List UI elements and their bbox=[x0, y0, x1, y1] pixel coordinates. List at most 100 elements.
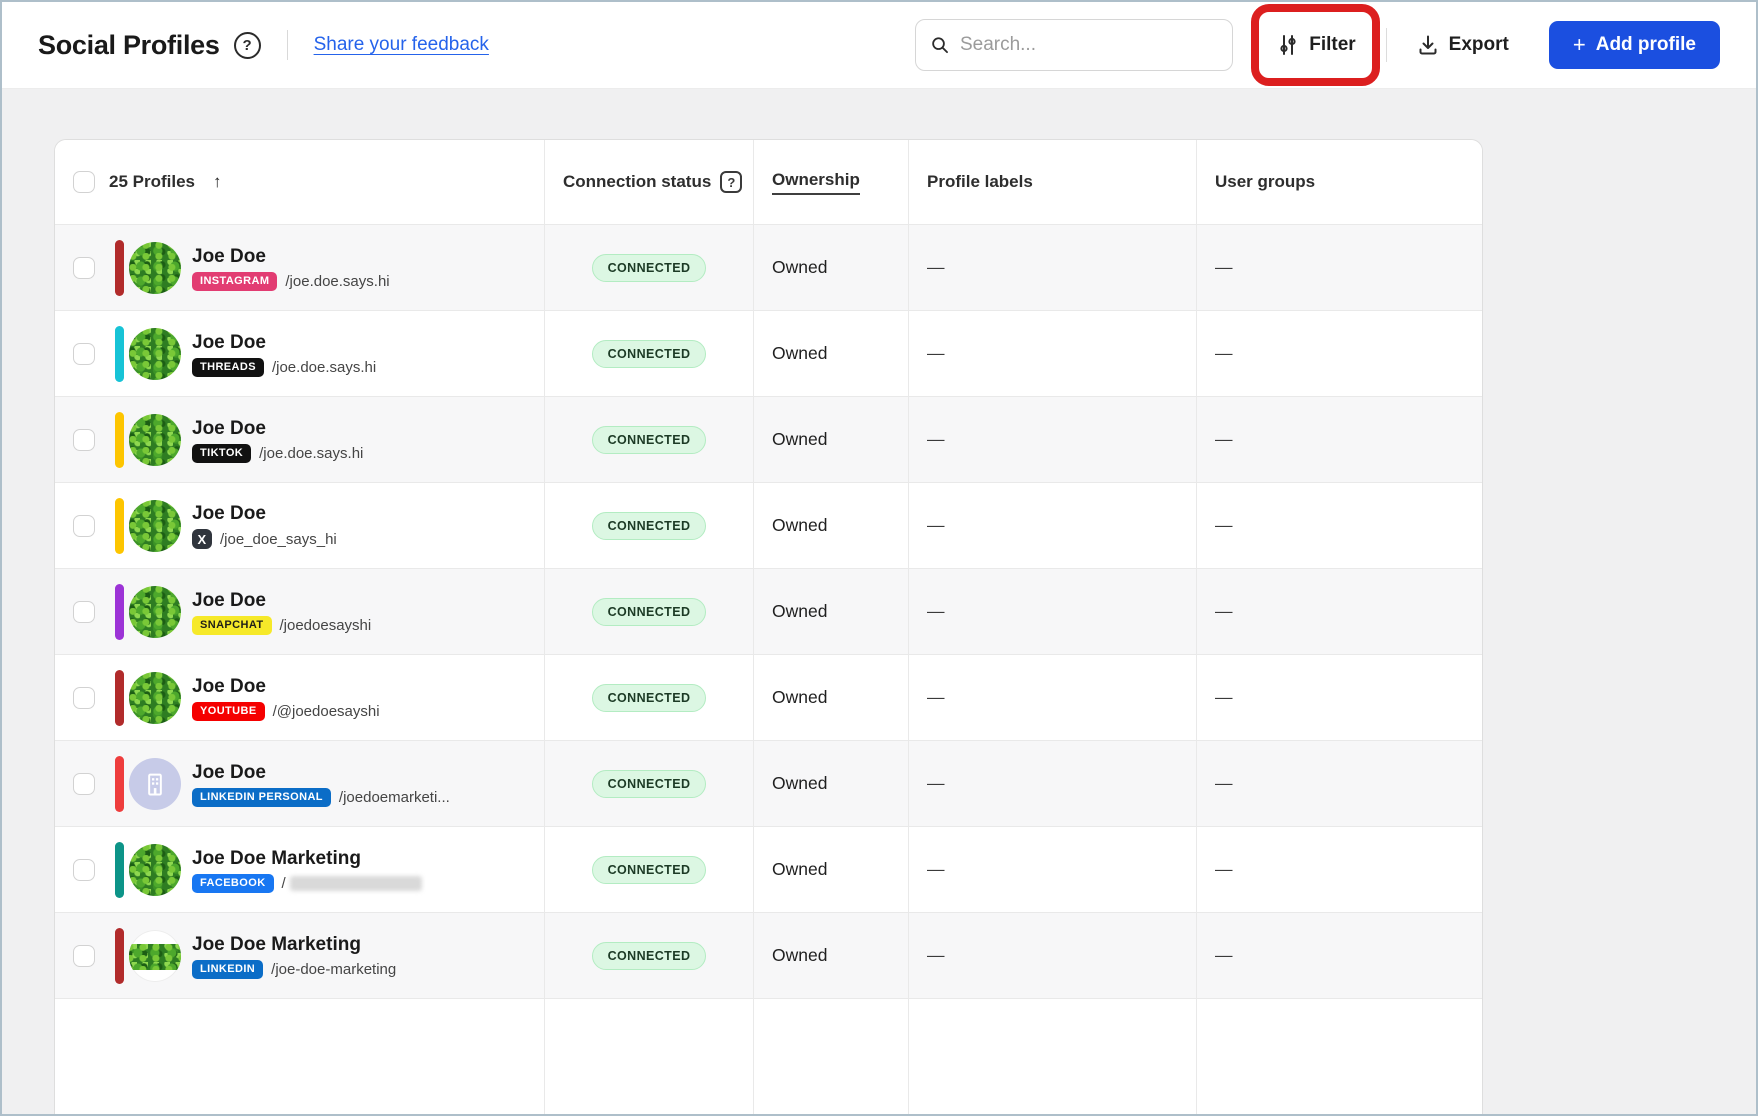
select-all-checkbox[interactable] bbox=[73, 171, 95, 193]
linkedin-badge: LINKEDIN bbox=[192, 960, 263, 979]
company-placeholder-avatar bbox=[129, 758, 181, 810]
redacted-handle-blur bbox=[290, 876, 422, 891]
profile-avatar bbox=[129, 328, 181, 380]
profile-row[interactable]: Joe Doe INSTAGRAM /joe.doe.says.hi CONNE… bbox=[55, 224, 1482, 310]
column-header-ownership[interactable]: Ownership bbox=[753, 140, 908, 224]
profile-handle: /joe.doe.says.hi bbox=[285, 273, 389, 290]
banner-avatar bbox=[129, 930, 181, 982]
profile-labels-label: Profile labels bbox=[927, 172, 1033, 192]
connected-badge: CONNECTED bbox=[592, 942, 707, 970]
profile-name: Joe Doe bbox=[192, 761, 450, 785]
profile-handle: / bbox=[282, 875, 286, 892]
user-groups-value: — bbox=[1196, 741, 1482, 826]
page-title: Social Profiles bbox=[38, 30, 220, 61]
export-button-label: Export bbox=[1449, 34, 1509, 56]
user-groups-value: — bbox=[1196, 225, 1482, 310]
ownership-value: Owned bbox=[753, 827, 908, 912]
row-checkbox[interactable] bbox=[73, 515, 95, 537]
filter-button-label: Filter bbox=[1309, 34, 1355, 56]
ownership-value: Owned bbox=[753, 397, 908, 482]
filter-button[interactable]: Filter bbox=[1267, 26, 1365, 64]
filter-button-wrap: Filter bbox=[1267, 26, 1365, 64]
user-groups-value: — bbox=[1196, 483, 1482, 568]
row-checkbox[interactable] bbox=[73, 945, 95, 967]
profile-name: Joe Doe Marketing bbox=[192, 933, 396, 957]
ownership-value: Owned bbox=[753, 483, 908, 568]
search-box[interactable] bbox=[915, 19, 1233, 71]
ownership-value: Owned bbox=[753, 655, 908, 740]
filter-sliders-icon bbox=[1277, 34, 1299, 56]
ownership-value: Owned bbox=[753, 741, 908, 826]
profile-labels-value: — bbox=[908, 397, 1196, 482]
toolbar-divider bbox=[1386, 28, 1387, 62]
profile-color-bar bbox=[115, 326, 124, 382]
user-groups-value: — bbox=[1196, 311, 1482, 396]
user-groups-value: — bbox=[1196, 397, 1482, 482]
profile-row[interactable]: Joe Doe THREADS /joe.doe.says.hi CONNECT… bbox=[55, 310, 1482, 396]
connected-badge: CONNECTED bbox=[592, 770, 707, 798]
profile-avatar bbox=[129, 672, 181, 724]
profile-labels-value: — bbox=[908, 483, 1196, 568]
connected-badge: CONNECTED bbox=[592, 340, 707, 368]
user-groups-value: — bbox=[1196, 569, 1482, 654]
instagram-badge: INSTAGRAM bbox=[192, 272, 277, 291]
row-checkbox[interactable] bbox=[73, 343, 95, 365]
add-profile-button[interactable]: + Add profile bbox=[1549, 21, 1720, 69]
row-checkbox[interactable] bbox=[73, 687, 95, 709]
profile-row[interactable]: Joe Doe Marketing FACEBOOK / CONNECTED O… bbox=[55, 826, 1482, 912]
profiles-table: 25 Profiles ↑ Connection status ? Owners… bbox=[54, 139, 1483, 1116]
profile-labels-value: — bbox=[908, 827, 1196, 912]
row-checkbox[interactable] bbox=[73, 429, 95, 451]
profile-labels-value: — bbox=[908, 913, 1196, 998]
profile-avatar bbox=[129, 844, 181, 896]
title-divider bbox=[287, 30, 288, 60]
ownership-value: Owned bbox=[753, 225, 908, 310]
threads-badge: THREADS bbox=[192, 358, 264, 377]
profile-color-bar bbox=[115, 498, 124, 554]
x-platform-icon: X bbox=[192, 529, 212, 549]
column-header-connection-status: Connection status ? bbox=[544, 140, 753, 224]
page-help-icon[interactable]: ? bbox=[234, 32, 261, 59]
user-groups-label: User groups bbox=[1215, 172, 1315, 192]
connected-badge: CONNECTED bbox=[592, 254, 707, 282]
search-input[interactable] bbox=[960, 34, 1218, 56]
profile-labels-value: — bbox=[908, 225, 1196, 310]
row-checkbox[interactable] bbox=[73, 601, 95, 623]
profile-handle: /@joedoesayshi bbox=[273, 703, 380, 720]
user-groups-value: — bbox=[1196, 655, 1482, 740]
profile-labels-value: — bbox=[908, 569, 1196, 654]
profile-labels-value: — bbox=[908, 311, 1196, 396]
profile-color-bar bbox=[115, 240, 124, 296]
profile-color-bar bbox=[115, 928, 124, 984]
profile-row[interactable]: Joe Doe SNAPCHAT /joedoesayshi CONNECTED… bbox=[55, 568, 1482, 654]
profile-row[interactable]: Joe Doe Marketing LINKEDIN /joe-doe-mark… bbox=[55, 912, 1482, 998]
profile-row[interactable]: Joe Doe X /joe_doe_says_hi CONNECTED Own… bbox=[55, 482, 1482, 568]
top-bar: Social Profiles ? Share your feedback bbox=[2, 2, 1756, 89]
profile-avatar bbox=[129, 500, 181, 552]
ownership-label: Ownership bbox=[772, 170, 860, 195]
profile-color-bar bbox=[115, 842, 124, 898]
connection-status-help-icon[interactable]: ? bbox=[720, 171, 742, 193]
profile-row[interactable]: Joe Doe YOUTUBE /@joedoesayshi CONNECTED… bbox=[55, 654, 1482, 740]
row-checkbox[interactable] bbox=[73, 859, 95, 881]
connected-badge: CONNECTED bbox=[592, 426, 707, 454]
download-icon bbox=[1417, 34, 1439, 56]
profile-name: Joe Doe bbox=[192, 245, 390, 269]
profile-handle: /joe-doe-marketing bbox=[271, 961, 396, 978]
connected-badge: CONNECTED bbox=[592, 856, 707, 884]
share-feedback-link[interactable]: Share your feedback bbox=[314, 34, 489, 56]
profile-name: Joe Doe bbox=[192, 417, 363, 441]
snapchat-badge: SNAPCHAT bbox=[192, 616, 272, 635]
row-checkbox[interactable] bbox=[73, 257, 95, 279]
profile-color-bar bbox=[115, 584, 124, 640]
user-groups-value: — bbox=[1196, 913, 1482, 998]
connected-badge: CONNECTED bbox=[592, 598, 707, 626]
profile-row[interactable]: Joe Doe TIKTOK /joe.doe.says.hi CONNECTE… bbox=[55, 396, 1482, 482]
row-checkbox[interactable] bbox=[73, 773, 95, 795]
sort-ascending-icon[interactable]: ↑ bbox=[213, 172, 222, 192]
profile-labels-value: — bbox=[908, 741, 1196, 826]
profile-row[interactable]: Joe Doe LINKEDIN PERSONAL /joedoemarketi… bbox=[55, 740, 1482, 826]
profile-name: Joe Doe bbox=[192, 675, 380, 699]
facebook-badge: FACEBOOK bbox=[192, 874, 274, 893]
export-button[interactable]: Export bbox=[1407, 26, 1519, 64]
